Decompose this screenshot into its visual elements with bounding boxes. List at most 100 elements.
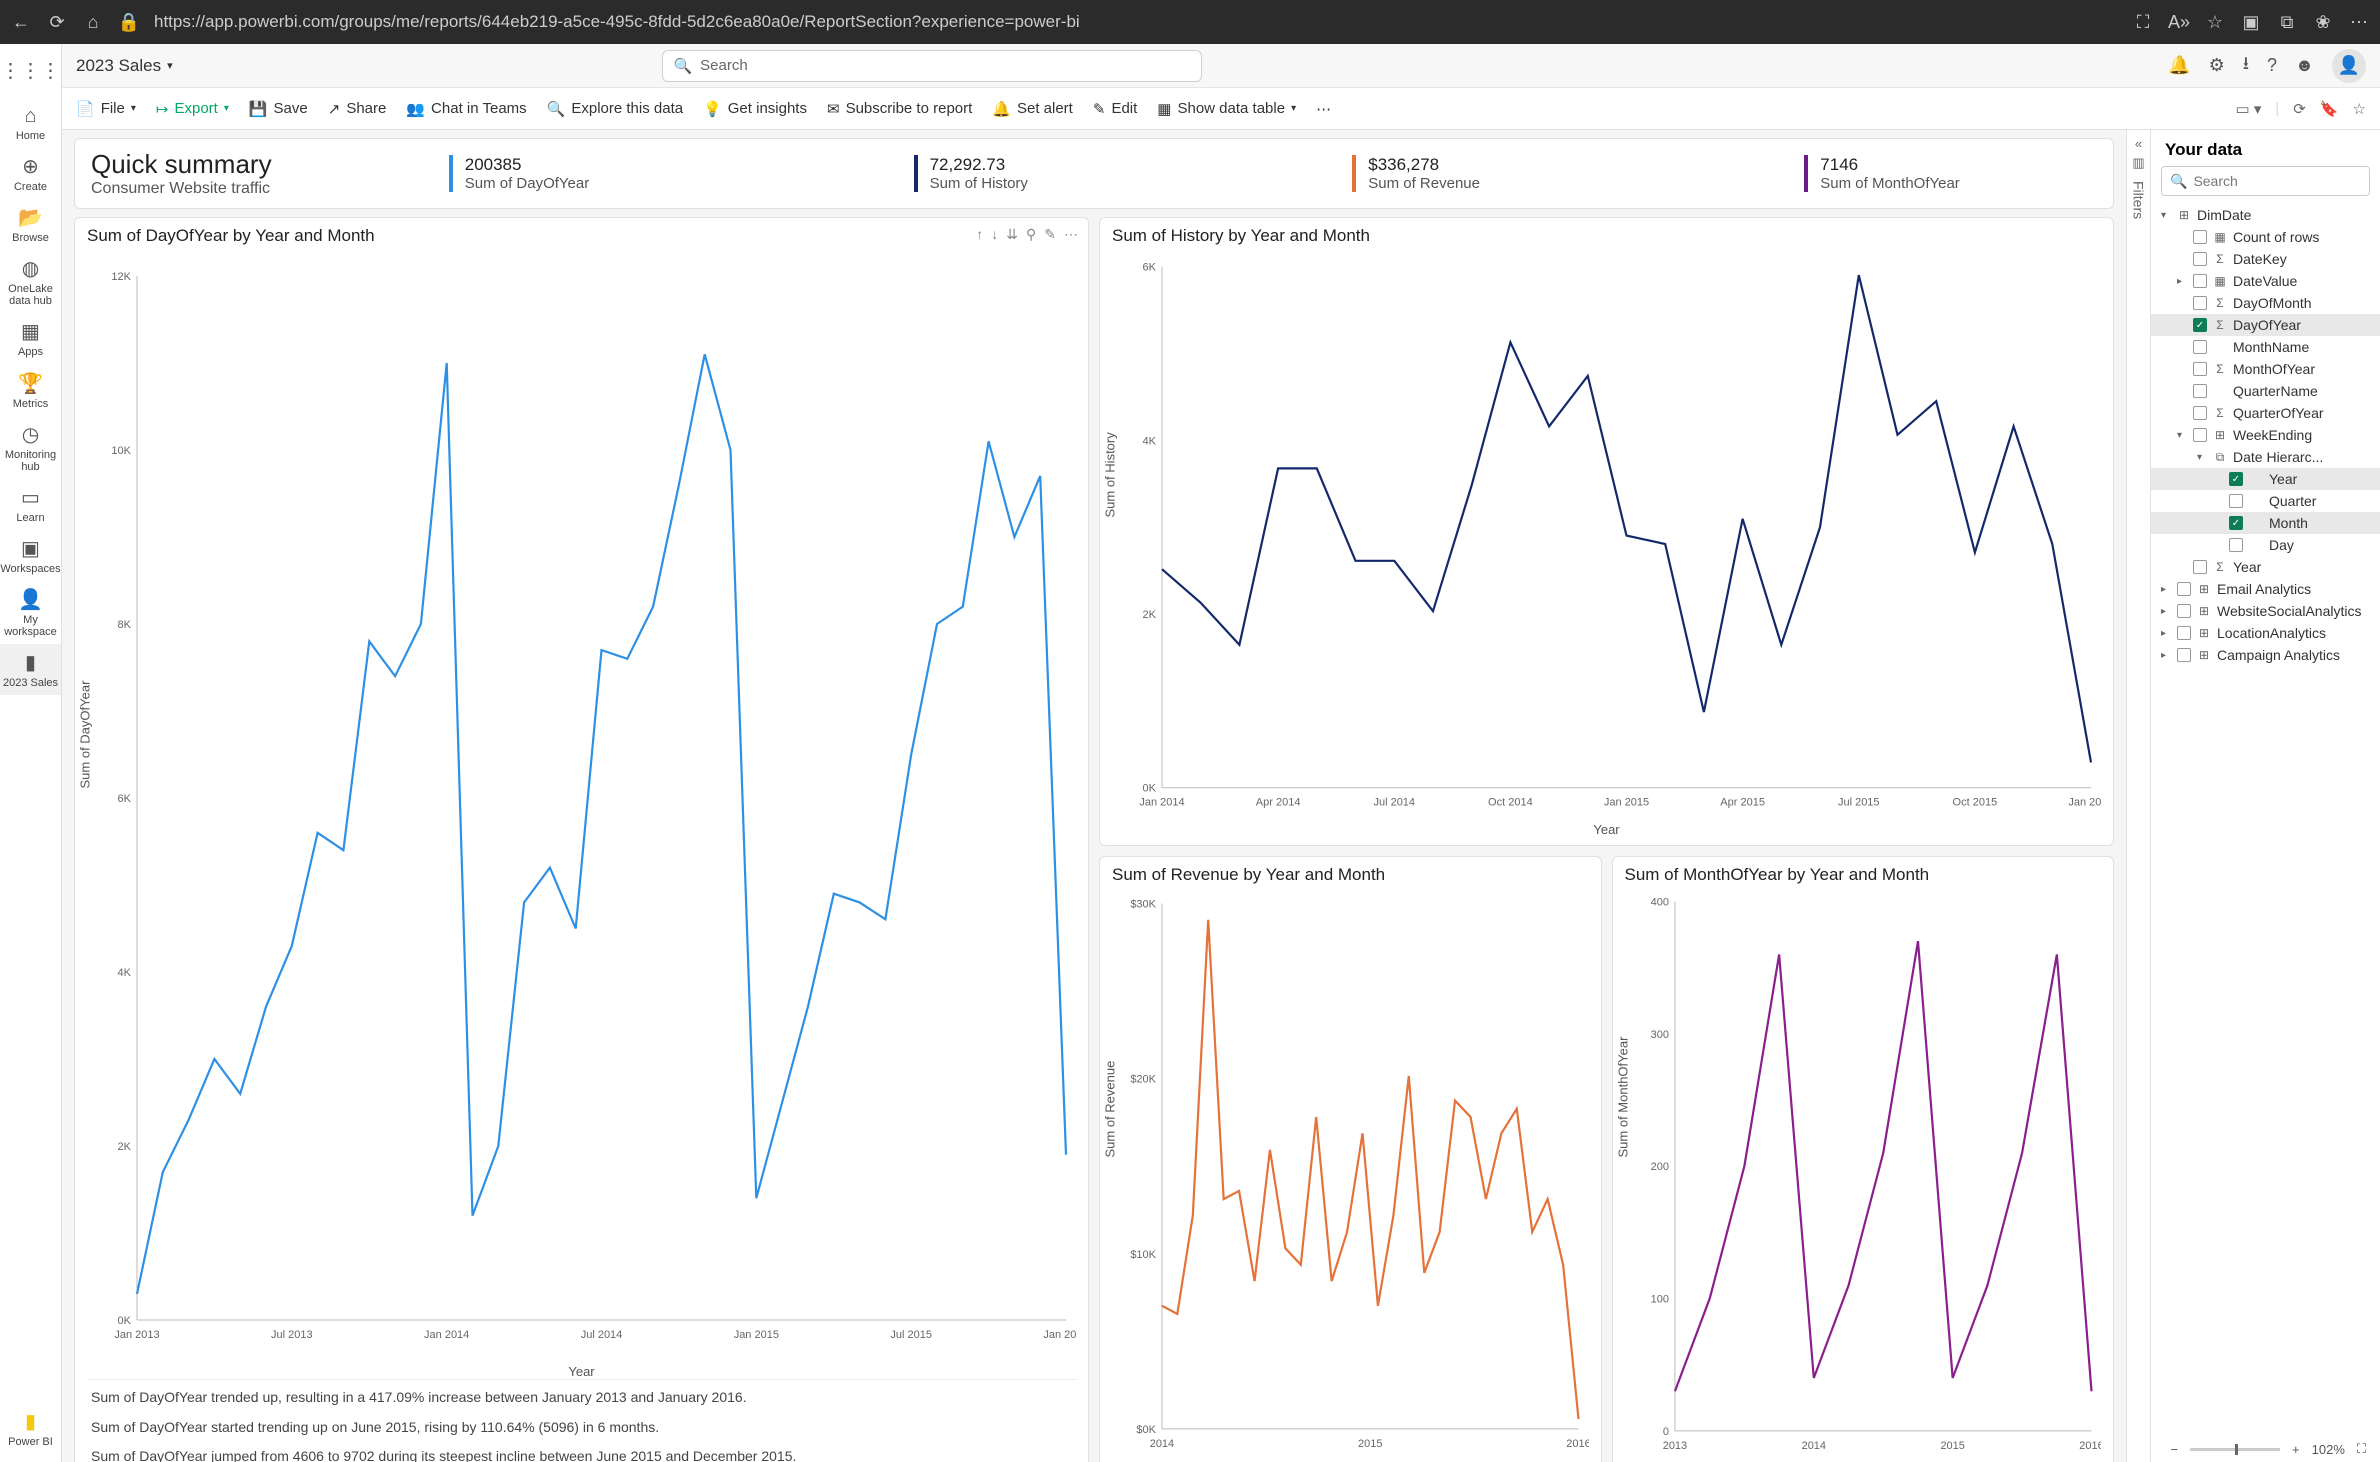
fit-page-icon[interactable]: ⛶	[2357, 1441, 2366, 1457]
zoom-in-icon[interactable]: +	[2292, 1442, 2300, 1457]
collections-icon[interactable]: ▣	[2240, 12, 2262, 33]
shopping-icon[interactable]: ⛶	[2132, 12, 2154, 33]
avatar[interactable]: 👤	[2332, 49, 2366, 83]
field-month[interactable]: ✓Month	[2151, 512, 2380, 534]
field-websitesocialanalytics[interactable]: ▸⊞WebsiteSocialAnalytics	[2151, 600, 2380, 622]
svg-text:10K: 10K	[111, 445, 131, 457]
field-weekending[interactable]: ▾⊞WeekEnding	[2151, 424, 2380, 446]
extensions-icon[interactable]: ⧉	[2276, 12, 2298, 33]
url-field[interactable]: https://app.powerbi.com/groups/me/report…	[154, 12, 2118, 32]
field-datekey[interactable]: ΣDateKey	[2151, 248, 2380, 270]
alert-button[interactable]: 🔔 Set alert	[992, 100, 1073, 118]
expand-icon[interactable]: ⇊	[1006, 226, 1018, 243]
left-nav: ⋮⋮⋮ ⌂Home⊕Create📂Browse◍OneLake data hub…	[0, 44, 62, 1462]
svg-text:$10K: $10K	[1130, 1249, 1156, 1261]
chat-teams-button[interactable]: 👥 Chat in Teams	[406, 100, 526, 118]
nav-workspaces[interactable]: ▣Workspaces	[0, 530, 61, 581]
field-locationanalytics[interactable]: ▸⊞LocationAnalytics	[2151, 622, 2380, 644]
subscribe-button[interactable]: ✉ Subscribe to report	[827, 100, 972, 118]
refresh-icon[interactable]: ⟳	[46, 12, 68, 33]
chart-more-icon[interactable]: ⋯	[1064, 226, 1078, 243]
field-quarterofyear[interactable]: ΣQuarterOfYear	[2151, 402, 2380, 424]
field-monthofyear[interactable]: ΣMonthOfYear	[2151, 358, 2380, 380]
toolbar-overflow-icon[interactable]: ⋯	[1316, 100, 1331, 118]
waffle-icon[interactable]: ⋮⋮⋮	[0, 48, 61, 93]
global-search[interactable]: 🔍 Search	[662, 50, 1202, 82]
nav-metrics[interactable]: 🏆Metrics	[0, 365, 61, 416]
nav-apps[interactable]: ▦Apps	[0, 313, 61, 364]
zoom-out-icon[interactable]: −	[2170, 1442, 2178, 1457]
download-icon[interactable]: ⭳	[2243, 51, 2249, 81]
edit-button[interactable]: ✎ Edit	[1093, 100, 1137, 118]
field-dimdate[interactable]: ▾⊞DimDate	[2151, 204, 2380, 226]
explore-button[interactable]: 🔍 Explore this data	[547, 100, 683, 118]
workspace-name[interactable]: 2023 Sales ▾	[76, 56, 173, 76]
read-aloud-icon[interactable]: A»	[2168, 12, 2190, 33]
svg-text:100: 100	[1650, 1294, 1668, 1306]
file-button[interactable]: 📄 File ▾	[76, 100, 136, 118]
field-quarter[interactable]: Quarter	[2151, 490, 2380, 512]
data-search[interactable]: 🔍 Search	[2161, 166, 2370, 196]
drillup-icon[interactable]: ↑	[976, 226, 983, 243]
field-day[interactable]: Day	[2151, 534, 2380, 556]
nav-browse[interactable]: 📂Browse	[0, 199, 61, 250]
field-campaign-analytics[interactable]: ▸⊞Campaign Analytics	[2151, 644, 2380, 666]
chart-monthofyear[interactable]: Sum of MonthOfYear by Year and Month Sum…	[1612, 856, 2115, 1462]
nav-2023-sales[interactable]: ▮2023 Sales	[0, 644, 61, 695]
nav-monitoring-hub[interactable]: ◷Monitoring hub	[0, 416, 61, 479]
svg-text:Jul 2015: Jul 2015	[890, 1329, 932, 1341]
help-icon[interactable]: ?	[2267, 55, 2277, 76]
drilldown-icon[interactable]: ↓	[991, 226, 998, 243]
kpi-sum-of-monthofyear: 7146Sum of MonthOfYear	[1804, 155, 1960, 192]
feedback-icon[interactable]: ☻	[2295, 55, 2314, 76]
chart-revenue[interactable]: Sum of Revenue by Year and Month Sum of …	[1099, 856, 1602, 1462]
star-icon[interactable]: ☆	[2353, 100, 2366, 118]
svg-text:8K: 8K	[118, 619, 132, 631]
field-count-of-rows[interactable]: ▦Count of rows	[2151, 226, 2380, 248]
chart-history[interactable]: Sum of History by Year and Month Sum of …	[1099, 217, 2114, 846]
datatable-button[interactable]: ▦ Show data table ▾	[1157, 100, 1296, 118]
copilot-icon[interactable]: ❀	[2312, 12, 2334, 33]
field-dayofmonth[interactable]: ΣDayOfMonth	[2151, 292, 2380, 314]
bookmark-icon[interactable]: 🔖	[2320, 100, 2339, 118]
settings-icon[interactable]: ⚙	[2209, 55, 2225, 76]
visualizations-tab-icon[interactable]: ▥	[2132, 155, 2144, 171]
zoom-slider[interactable]	[2190, 1448, 2280, 1451]
nav-onelake-data-hub[interactable]: ◍OneLake data hub	[0, 250, 61, 313]
field-year[interactable]: ✓Year	[2151, 468, 2380, 490]
filters-tab[interactable]: Filters	[2131, 181, 2147, 219]
nav-create[interactable]: ⊕Create	[0, 148, 61, 199]
field-date-hierarc-[interactable]: ▾⧉Date Hierarc...	[2151, 446, 2380, 468]
notifications-icon[interactable]: 🔔	[2168, 55, 2190, 76]
chart-action-icons[interactable]: ↑ ↓ ⇊ ⚲ ✎ ⋯	[976, 226, 1078, 243]
save-button[interactable]: 💾 Save	[249, 100, 308, 118]
svg-text:0: 0	[1662, 1426, 1668, 1438]
goto-icon[interactable]: ⚲	[1026, 226, 1036, 243]
field-dayofyear[interactable]: ✓ΣDayOfYear	[2151, 314, 2380, 336]
field-email-analytics[interactable]: ▸⊞Email Analytics	[2151, 578, 2380, 600]
powerbi-logo[interactable]: ▮Power BI	[0, 1403, 61, 1454]
refresh-visuals-icon[interactable]: ⟳	[2293, 100, 2306, 118]
favorite-icon[interactable]: ☆	[2204, 12, 2226, 33]
nav-home[interactable]: ⌂Home	[0, 99, 61, 148]
share-button[interactable]: ↗ Share	[328, 100, 387, 118]
zoom-value: 102%	[2312, 1442, 2345, 1457]
field-monthname[interactable]: MonthName	[2151, 336, 2380, 358]
more-icon[interactable]: ⋯	[2348, 12, 2370, 33]
home-icon[interactable]: ⌂	[82, 12, 104, 33]
right-rail: « ▥ Filters Your data 🔍 Search ▾⊞DimDate…	[2126, 130, 2380, 1462]
svg-text:Apr 2014: Apr 2014	[1256, 797, 1301, 809]
chart-dayofyear[interactable]: Sum of DayOfYear by Year and Month ↑ ↓ ⇊…	[74, 217, 1089, 1462]
view-mode-button[interactable]: ▭ ▾	[2236, 100, 2262, 118]
back-icon[interactable]: ←	[10, 12, 32, 33]
collapse-pane-icon[interactable]: «	[2135, 136, 2142, 151]
insights-button[interactable]: 💡 Get insights	[703, 100, 807, 118]
export-button[interactable]: ↦ Export ▾	[156, 100, 229, 118]
svg-text:2013: 2013	[1662, 1440, 1686, 1452]
field-quartername[interactable]: QuarterName	[2151, 380, 2380, 402]
nav-learn[interactable]: ▭Learn	[0, 479, 61, 530]
field-year[interactable]: ΣYear	[2151, 556, 2380, 578]
copilot-chart-icon[interactable]: ✎	[1044, 226, 1056, 243]
field-datevalue[interactable]: ▸▦DateValue	[2151, 270, 2380, 292]
nav-my-workspace[interactable]: 👤My workspace	[0, 581, 61, 644]
